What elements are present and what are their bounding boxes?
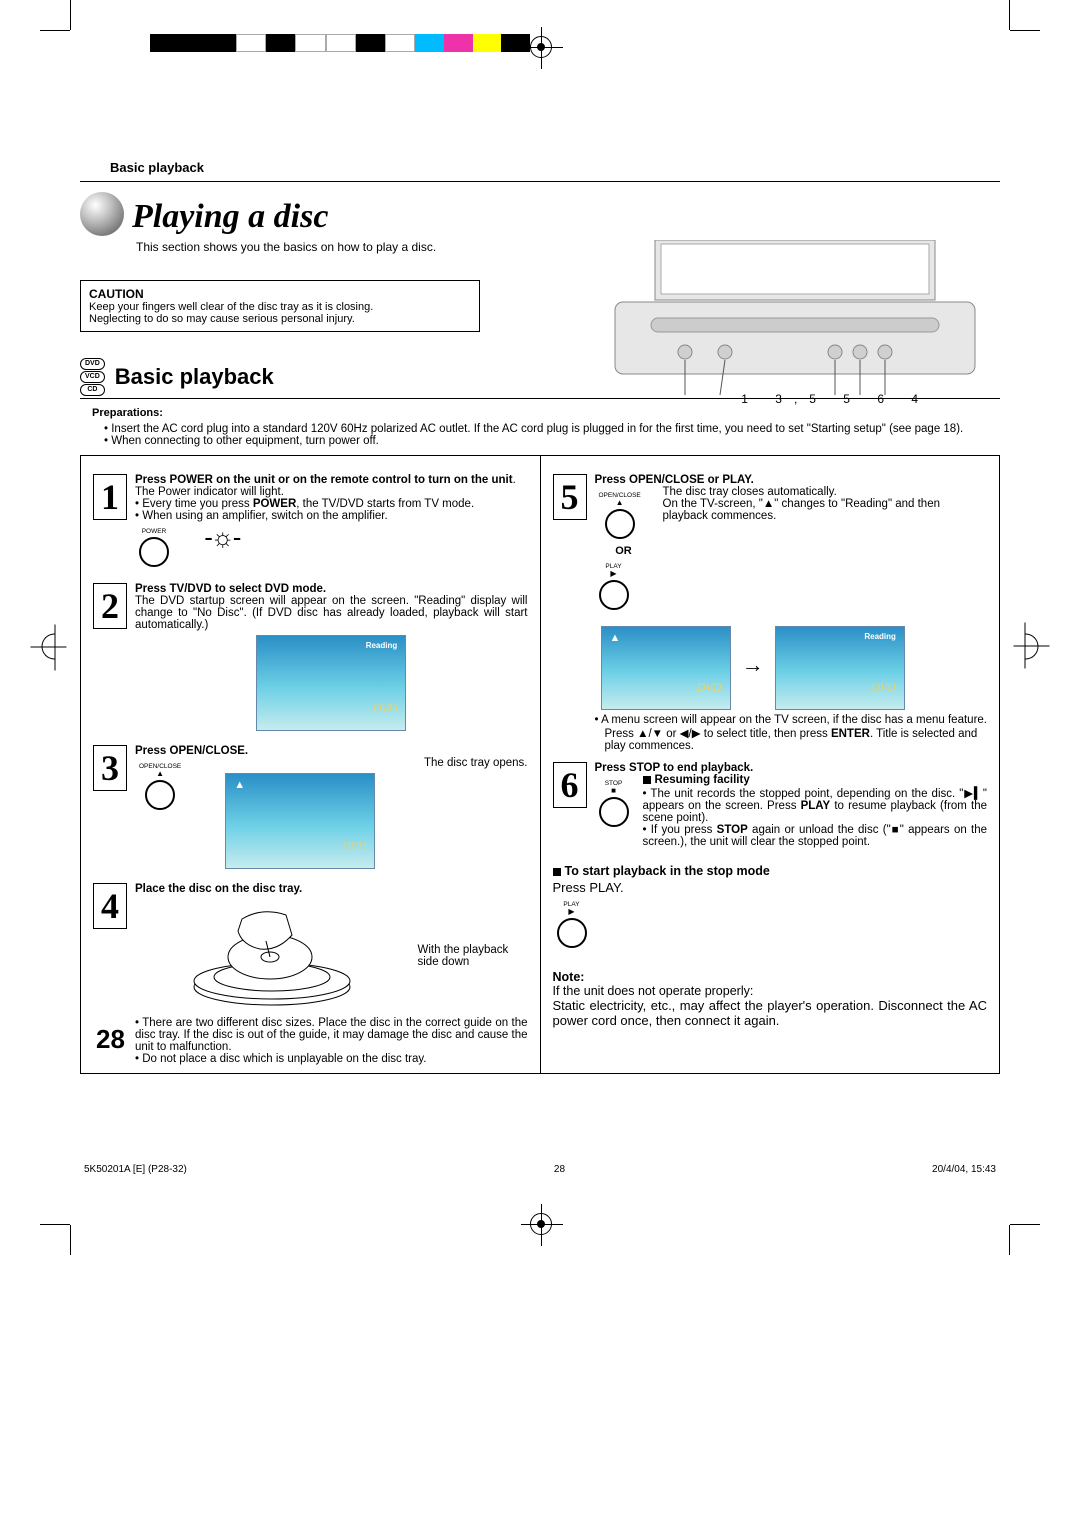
page-title: Playing a disc	[132, 198, 328, 236]
step-6: 6 Press STOP to end playback. STOP ■ Res…	[553, 762, 988, 848]
registration-target-bottom	[530, 1213, 552, 1235]
disc-tray-illustration	[182, 901, 362, 1011]
play-button-icon-2: PLAY ▶	[557, 901, 587, 948]
preparations-list: Insert the AC cord plug into a standard …	[104, 423, 1000, 447]
open-close-button-icon-2: OPEN/CLOSE ▲	[599, 492, 641, 539]
note-body: Static electricity, etc., may affect the…	[553, 998, 988, 1028]
disc-type-badges: DVD VCD CD	[80, 358, 105, 396]
registration-target-top	[530, 36, 552, 58]
screen-reading: Reading DVD	[775, 626, 905, 710]
step-number-4: 4	[93, 883, 127, 929]
note-subhead: If the unit does not operate properly:	[553, 984, 988, 998]
open-close-button-icon: OPEN/CLOSE ▲	[139, 763, 181, 810]
caution-line1: Keep your fingers well clear of the disc…	[89, 301, 471, 313]
screen-eject: ▲ DVD	[601, 626, 731, 710]
caution-box: CAUTION Keep your fingers well clear of …	[80, 280, 480, 332]
page-number: 28	[96, 1024, 125, 1055]
caution-line2: Neglecting to do so may cause serious pe…	[89, 313, 471, 325]
step-number-3: 3	[93, 745, 127, 791]
step-3: 3 Press OPEN/CLOSE. OPEN/CLOSE ▲ The dis…	[93, 745, 528, 873]
right-column: 5 Press OPEN/CLOSE or PLAY. OPEN/CLOSE ▲…	[541, 456, 1000, 1073]
stop-button-icon: STOP ■	[599, 780, 629, 842]
arrow-right-icon: →	[742, 652, 764, 678]
dvd-eject-screen: ▲ DVD	[225, 773, 375, 869]
color-calibration-bar	[150, 34, 530, 52]
footer: 5K50201A [E] (P28-32) 28 20/4/04, 15:43	[80, 1164, 1000, 1175]
page-header-title: Basic playback	[110, 160, 1000, 175]
start-playback-heading: To start playback in the stop mode	[553, 864, 988, 878]
section-ornament-sphere	[80, 192, 124, 236]
step-2: 2 Press TV/DVD to select DVD mode. The D…	[93, 583, 528, 735]
step-4: 4 Place the disc on the disc tray.	[93, 883, 528, 1065]
step-number-5: 5	[553, 474, 587, 520]
step-1: 1 Press POWER on the unit or on the remo…	[93, 474, 528, 573]
caution-label: CAUTION	[89, 287, 471, 301]
dvd-reading-screen: Reading DVD	[256, 635, 406, 731]
step-5: 5 Press OPEN/CLOSE or PLAY. OPEN/CLOSE ▲…	[553, 474, 988, 752]
step-number-6: 6	[553, 762, 587, 808]
left-column: 1 Press POWER on the unit or on the remo…	[81, 456, 541, 1073]
step-number-2: 2	[93, 583, 127, 629]
device-callout-numbers: 1 3,5 5 6 4	[741, 392, 930, 406]
step-number-1: 1	[93, 474, 127, 520]
brightness-icon: -☼-	[204, 522, 239, 553]
footer-mid: 28	[554, 1164, 565, 1175]
footer-left: 5K50201A [E] (P28-32)	[84, 1164, 187, 1175]
section-title: Basic playback	[115, 364, 274, 390]
footer-right: 20/4/04, 15:43	[932, 1164, 996, 1175]
note-label: Note:	[553, 970, 988, 984]
play-button-icon: PLAY ▶	[599, 563, 629, 610]
power-button-icon: POWER	[139, 528, 169, 567]
